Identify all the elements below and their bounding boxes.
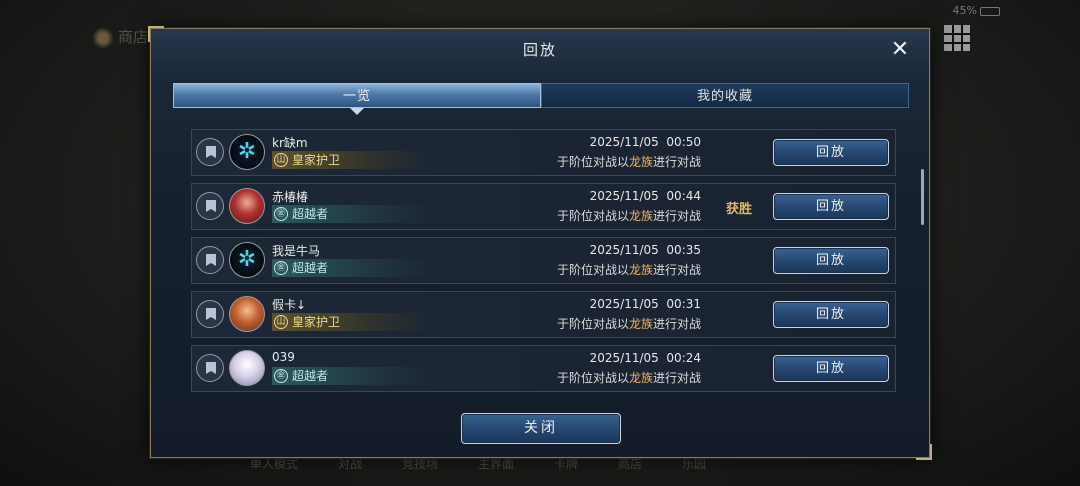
replay-button[interactable]: 回放	[773, 139, 889, 166]
player-name: 赤椿椿	[272, 190, 309, 204]
deck-class: 龙族	[628, 317, 653, 331]
match-datetime: 2025/11/05 00:50	[589, 135, 701, 149]
avatar	[229, 296, 265, 332]
shop-label-text: 商店	[118, 28, 149, 46]
match-datetime: 2025/11/05 00:24	[589, 351, 701, 365]
description-prefix: 于阶位对战以	[556, 371, 629, 385]
rank-badge: ㊎ 超越者	[272, 259, 432, 277]
rank-badge: 山 皇家护卫	[272, 313, 432, 331]
rank-label: 超越者	[292, 207, 329, 221]
match-datetime: 2025/11/05 00:35	[589, 243, 701, 257]
result-label: 获胜	[726, 202, 753, 217]
replay-button[interactable]: 回放	[773, 193, 889, 220]
rank-icon: 山	[274, 153, 288, 167]
replay-button[interactable]: 回放	[773, 247, 889, 274]
description-suffix: 进行对战	[652, 317, 701, 331]
replay-row: 赤椿椿 ㊎ 超越者 2025/11/05 00:44 于阶位对战以龙族进行对战 …	[191, 183, 896, 230]
rank-icon: 山	[274, 315, 288, 329]
player-name: kr缺m	[272, 136, 308, 150]
rank-label: 皇家护卫	[292, 153, 341, 167]
background-shop-label: 商店	[92, 26, 148, 49]
description-prefix: 于阶位对战以	[556, 209, 629, 223]
match-datetime: 2025/11/05 00:44	[589, 189, 701, 203]
replay-row: 我是牛马 ㊎ 超越者 2025/11/05 00:35 于阶位对战以龙族进行对战…	[191, 237, 896, 284]
bookmark-icon[interactable]	[196, 354, 224, 382]
description-suffix: 进行对战	[652, 209, 701, 223]
match-description: 于阶位对战以龙族进行对战	[557, 207, 701, 224]
bookmark-icon[interactable]	[196, 300, 224, 328]
match-description: 于阶位对战以龙族进行对战	[557, 261, 701, 278]
avatar	[229, 350, 265, 386]
bookmark-icon[interactable]	[196, 246, 224, 274]
rank-icon: ㊎	[274, 369, 288, 383]
description-prefix: 于阶位对战以	[556, 317, 629, 331]
player-name: 我是牛马	[272, 244, 321, 258]
rank-badge: ㊎ 超越者	[272, 367, 432, 385]
replay-button[interactable]: 回放	[773, 301, 889, 328]
rank-label: 皇家护卫	[292, 315, 341, 329]
menu-grid-icon[interactable]	[944, 25, 970, 51]
player-name: 假卡↓	[272, 298, 307, 312]
replay-dialog: 回放 ✕ 一览 我的收藏 kr缺m 山 皇家护卫 2025/11/05 00:5…	[148, 26, 932, 460]
rank-badge: 山 皇家护卫	[272, 151, 432, 169]
battery-icon	[980, 6, 1000, 16]
bookmark-icon[interactable]	[196, 138, 224, 166]
match-description: 于阶位对战以龙族进行对战	[557, 369, 701, 386]
description-suffix: 进行对战	[652, 263, 701, 277]
replay-row: kr缺m 山 皇家护卫 2025/11/05 00:50 于阶位对战以龙族进行对…	[191, 129, 896, 176]
rank-label: 超越者	[292, 369, 329, 383]
rank-label: 超越者	[292, 261, 329, 275]
avatar-emblem-icon	[229, 134, 265, 170]
match-datetime: 2025/11/05 00:31	[589, 297, 701, 311]
scrollbar[interactable]	[921, 169, 924, 225]
replay-button[interactable]: 回放	[773, 355, 889, 382]
player-name: 039	[272, 350, 295, 364]
match-description: 于阶位对战以龙族进行对战	[557, 315, 701, 332]
deck-class: 龙族	[628, 209, 653, 223]
match-description: 于阶位对战以龙族进行对战	[557, 153, 701, 170]
description-prefix: 于阶位对战以	[556, 155, 629, 169]
avatar-emblem-icon	[229, 242, 265, 278]
bookmark-icon[interactable]	[196, 192, 224, 220]
battery-indicator: 45%	[953, 4, 1000, 17]
replay-row: 039 ㊎ 超越者 2025/11/05 00:24 于阶位对战以龙族进行对战 …	[191, 345, 896, 392]
rank-icon: ㊎	[274, 261, 288, 275]
deck-class: 龙族	[628, 155, 653, 169]
description-suffix: 进行对战	[652, 371, 701, 385]
description-suffix: 进行对战	[652, 155, 701, 169]
tab-overview[interactable]: 一览	[173, 83, 541, 115]
rank-badge: ㊎ 超越者	[272, 205, 432, 223]
dialog-title: 回放	[151, 29, 929, 73]
replay-list: kr缺m 山 皇家护卫 2025/11/05 00:50 于阶位对战以龙族进行对…	[191, 129, 896, 399]
avatar	[229, 188, 265, 224]
replay-row: 假卡↓ 山 皇家护卫 2025/11/05 00:31 于阶位对战以龙族进行对战…	[191, 291, 896, 338]
tab-bar: 一览 我的收藏	[173, 83, 909, 115]
shop-icon	[92, 26, 114, 49]
deck-class: 龙族	[628, 263, 653, 277]
close-button[interactable]: 关闭	[461, 413, 621, 444]
deck-class: 龙族	[628, 371, 653, 385]
rank-icon: ㊎	[274, 207, 288, 221]
close-icon[interactable]: ✕	[889, 39, 911, 61]
description-prefix: 于阶位对战以	[556, 263, 629, 277]
tab-my-favorites[interactable]: 我的收藏	[541, 83, 909, 108]
battery-percent: 45%	[952, 4, 977, 17]
